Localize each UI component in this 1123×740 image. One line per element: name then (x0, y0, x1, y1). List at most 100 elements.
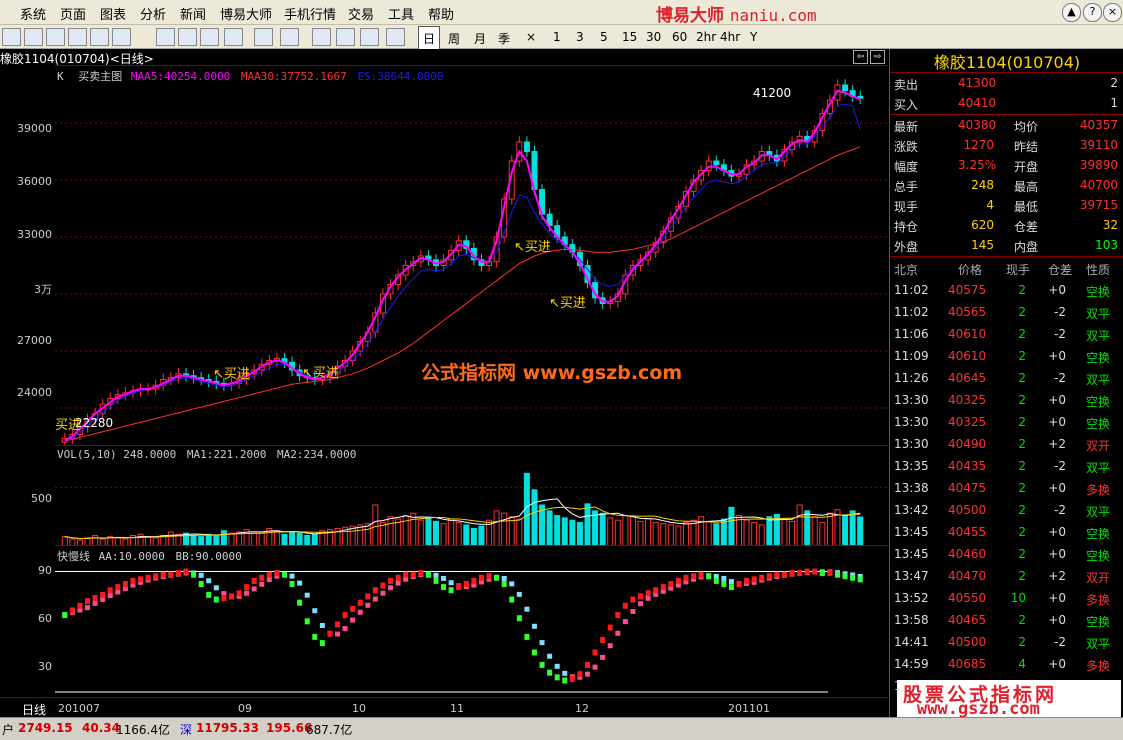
volume-bar (584, 503, 591, 546)
menu-help[interactable]: 帮助 (428, 4, 454, 23)
candle-icon[interactable] (68, 28, 87, 46)
next-arrow-icon[interactable]: ⇨ (870, 50, 885, 64)
period-30[interactable]: 30 (646, 30, 661, 44)
volume-bar (289, 531, 296, 546)
volume-bar (781, 518, 788, 546)
fast-marker (365, 593, 371, 600)
alarm-icon[interactable] (336, 28, 355, 46)
candle-body (842, 84, 849, 92)
period-y[interactable]: Y (750, 30, 757, 44)
volume-bar (667, 524, 674, 546)
back-icon[interactable] (2, 28, 21, 46)
list-icon[interactable] (280, 28, 299, 46)
period-2hr[interactable]: 2hr (696, 30, 716, 44)
draw-icon[interactable] (178, 28, 197, 46)
fast-marker (827, 570, 833, 577)
sz-amount: 687.7亿 (306, 723, 353, 737)
menu-tools[interactable]: 工具 (388, 4, 414, 23)
slow-marker (395, 580, 401, 586)
slow-marker (350, 617, 356, 623)
fast-marker (569, 675, 575, 682)
fast-marker (251, 577, 257, 584)
pen-icon[interactable] (312, 28, 331, 46)
period-60[interactable]: 60 (672, 30, 687, 44)
y-tick: 36000 (17, 175, 52, 188)
menu-mobile[interactable]: 手机行情 (284, 4, 336, 23)
volume-bar (273, 530, 280, 546)
period-5[interactable]: 5 (600, 30, 608, 44)
slow-marker (509, 581, 515, 587)
slow-marker (259, 581, 265, 587)
x-tick: 201007 (58, 702, 100, 715)
fast-marker (668, 581, 674, 587)
slow-marker (335, 631, 341, 637)
line-icon[interactable] (24, 28, 43, 46)
restore-button[interactable]: ▲ (1062, 3, 1081, 22)
flash-icon[interactable] (386, 28, 405, 46)
fast-marker (130, 577, 136, 584)
fast-marker (425, 571, 431, 578)
slow-marker (441, 575, 447, 581)
help-button[interactable]: ? (1083, 3, 1102, 22)
trade-row: 13:30 40325 2 +0 空换 (894, 393, 1111, 409)
slow-marker (342, 626, 348, 632)
slow-marker (365, 602, 371, 608)
refresh-icon[interactable] (156, 28, 175, 46)
zoom-in-icon[interactable] (200, 28, 219, 46)
fast-marker (274, 570, 280, 577)
period-week[interactable]: 周 (448, 30, 460, 47)
fast-marker (327, 630, 333, 637)
period-month[interactable]: 月 (474, 30, 486, 47)
slow-marker (380, 590, 386, 596)
volume-chart (55, 472, 888, 546)
menu-analysis[interactable]: 分析 (140, 4, 166, 23)
f10-icon[interactable] (112, 28, 131, 46)
fast-marker (797, 570, 803, 577)
menu-trade[interactable]: 交易 (348, 4, 374, 23)
fast-marker (524, 633, 530, 640)
export-icon[interactable] (254, 28, 273, 46)
fast-marker (850, 574, 856, 581)
fast-marker (781, 571, 787, 578)
period-season[interactable]: 季 (498, 30, 510, 47)
volume-bar (652, 522, 659, 546)
quote-row: 现手 4 最低 39715 (894, 198, 1118, 214)
close-button[interactable]: × (1103, 3, 1122, 22)
volume-bar (789, 520, 796, 546)
slow-marker (244, 590, 250, 596)
slow-marker (547, 653, 553, 659)
buy-signal: ↖买进 (549, 296, 586, 311)
period-15[interactable]: 15 (622, 30, 637, 44)
menu-boyi[interactable]: 博易大师 (220, 4, 272, 23)
trade-row: 11:02 40575 2 +0 空换 (894, 283, 1111, 299)
tools-icon[interactable] (360, 28, 379, 46)
bar-icon[interactable] (46, 28, 65, 46)
table-icon[interactable] (90, 28, 109, 46)
trade-row: 13:30 40325 2 +0 空换 (894, 415, 1111, 431)
fast-marker (191, 571, 197, 578)
period-3[interactable]: 3 (576, 30, 584, 44)
period-4hr[interactable]: 4hr (720, 30, 740, 44)
menu-system[interactable]: 系统 (20, 4, 46, 23)
prev-arrow-icon[interactable]: ⇦ (853, 50, 868, 64)
volume-bar (766, 516, 773, 546)
fast-marker (501, 581, 507, 587)
fast-marker (607, 624, 613, 631)
fast-marker (319, 640, 325, 647)
period-1[interactable]: 1 (553, 30, 561, 44)
period-day[interactable]: 日 (418, 26, 441, 51)
slow-marker (372, 596, 378, 602)
volume-bar (645, 518, 652, 546)
menu-news[interactable]: 新闻 (180, 4, 206, 23)
osc-tick: 90 (38, 564, 52, 577)
menu-page[interactable]: 页面 (60, 4, 86, 23)
slow-marker (524, 606, 530, 612)
zoom-out-icon[interactable] (224, 28, 243, 46)
menu-chart[interactable]: 图表 (100, 4, 126, 23)
volume-bar (713, 523, 720, 546)
fast-marker (342, 612, 348, 619)
fast-marker (85, 598, 91, 605)
chart-area[interactable]: 橡胶1104(010704)<日线> ⇦ ⇨ K 买卖主图 MAA5:40254… (0, 49, 888, 717)
volume-bar (554, 515, 561, 546)
period-x[interactable]: × (526, 30, 536, 44)
